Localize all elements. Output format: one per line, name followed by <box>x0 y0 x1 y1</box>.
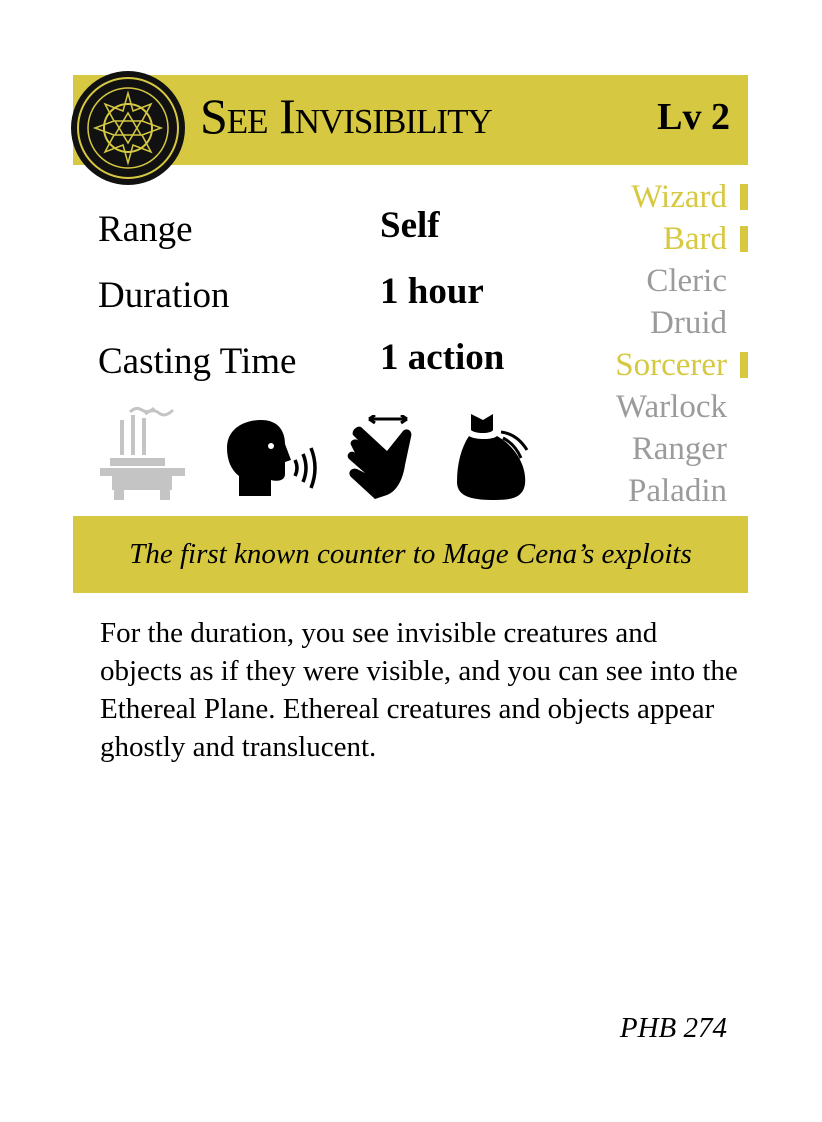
spell-title: See Invisibility <box>200 88 493 144</box>
spell-level: Lv 2 <box>657 96 730 138</box>
casting-time-value: 1 action <box>380 337 505 378</box>
components-row <box>95 400 545 505</box>
class-warlock: Warlock <box>616 389 727 425</box>
class-sorcerer: Sorcerer <box>548 344 748 386</box>
flavor-text: The first known counter to Mage Cena’s e… <box>73 516 748 593</box>
range-value: Self <box>380 205 440 246</box>
somatic-hand-icon <box>347 415 412 499</box>
range-label: Range <box>98 209 193 250</box>
duration-value: 1 hour <box>380 271 484 312</box>
class-cleric: Cleric <box>646 263 727 299</box>
ritual-brazier-icon <box>100 406 185 500</box>
source-reference: PHB 274 <box>619 1012 727 1044</box>
casting-time-label: Casting Time <box>98 341 297 382</box>
class-bard: Bard <box>548 218 748 260</box>
class-list: Wizard Bard Cleric Druid Sorcerer Warlock Rang… <box>548 176 748 512</box>
material-pouch-icon <box>457 414 529 500</box>
class-druid: Druid <box>650 305 727 341</box>
magic-circle-icon <box>71 71 185 185</box>
spell-description: For the duration, you see invisible crea… <box>100 617 738 763</box>
class-ranger: Ranger <box>631 431 727 467</box>
verbal-speaking-head-icon <box>227 420 317 496</box>
class-wizard: Wizard <box>548 176 748 218</box>
class-paladin: Paladin <box>628 473 727 509</box>
duration-label: Duration <box>98 275 230 316</box>
